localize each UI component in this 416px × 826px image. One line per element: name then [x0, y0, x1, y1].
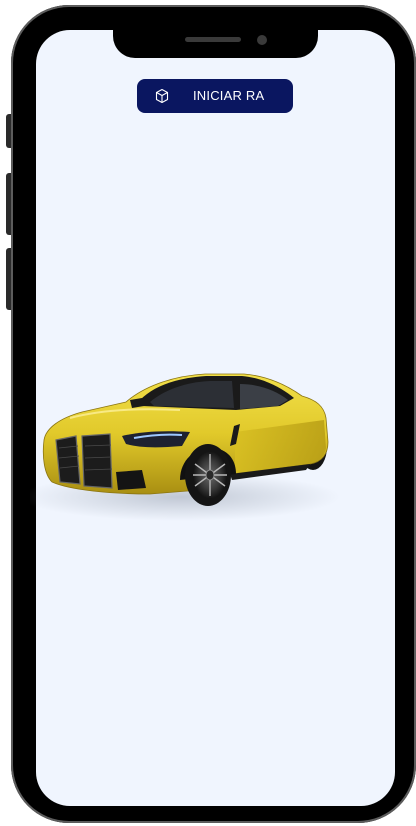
- start-ar-button[interactable]: INICIAR RA: [137, 79, 293, 113]
- speaker-grille: [185, 37, 241, 42]
- ar-cube-icon: [155, 88, 169, 104]
- start-ar-label: INICIAR RA: [193, 88, 265, 103]
- front-camera: [257, 35, 267, 45]
- car-3d-model[interactable]: [30, 362, 350, 522]
